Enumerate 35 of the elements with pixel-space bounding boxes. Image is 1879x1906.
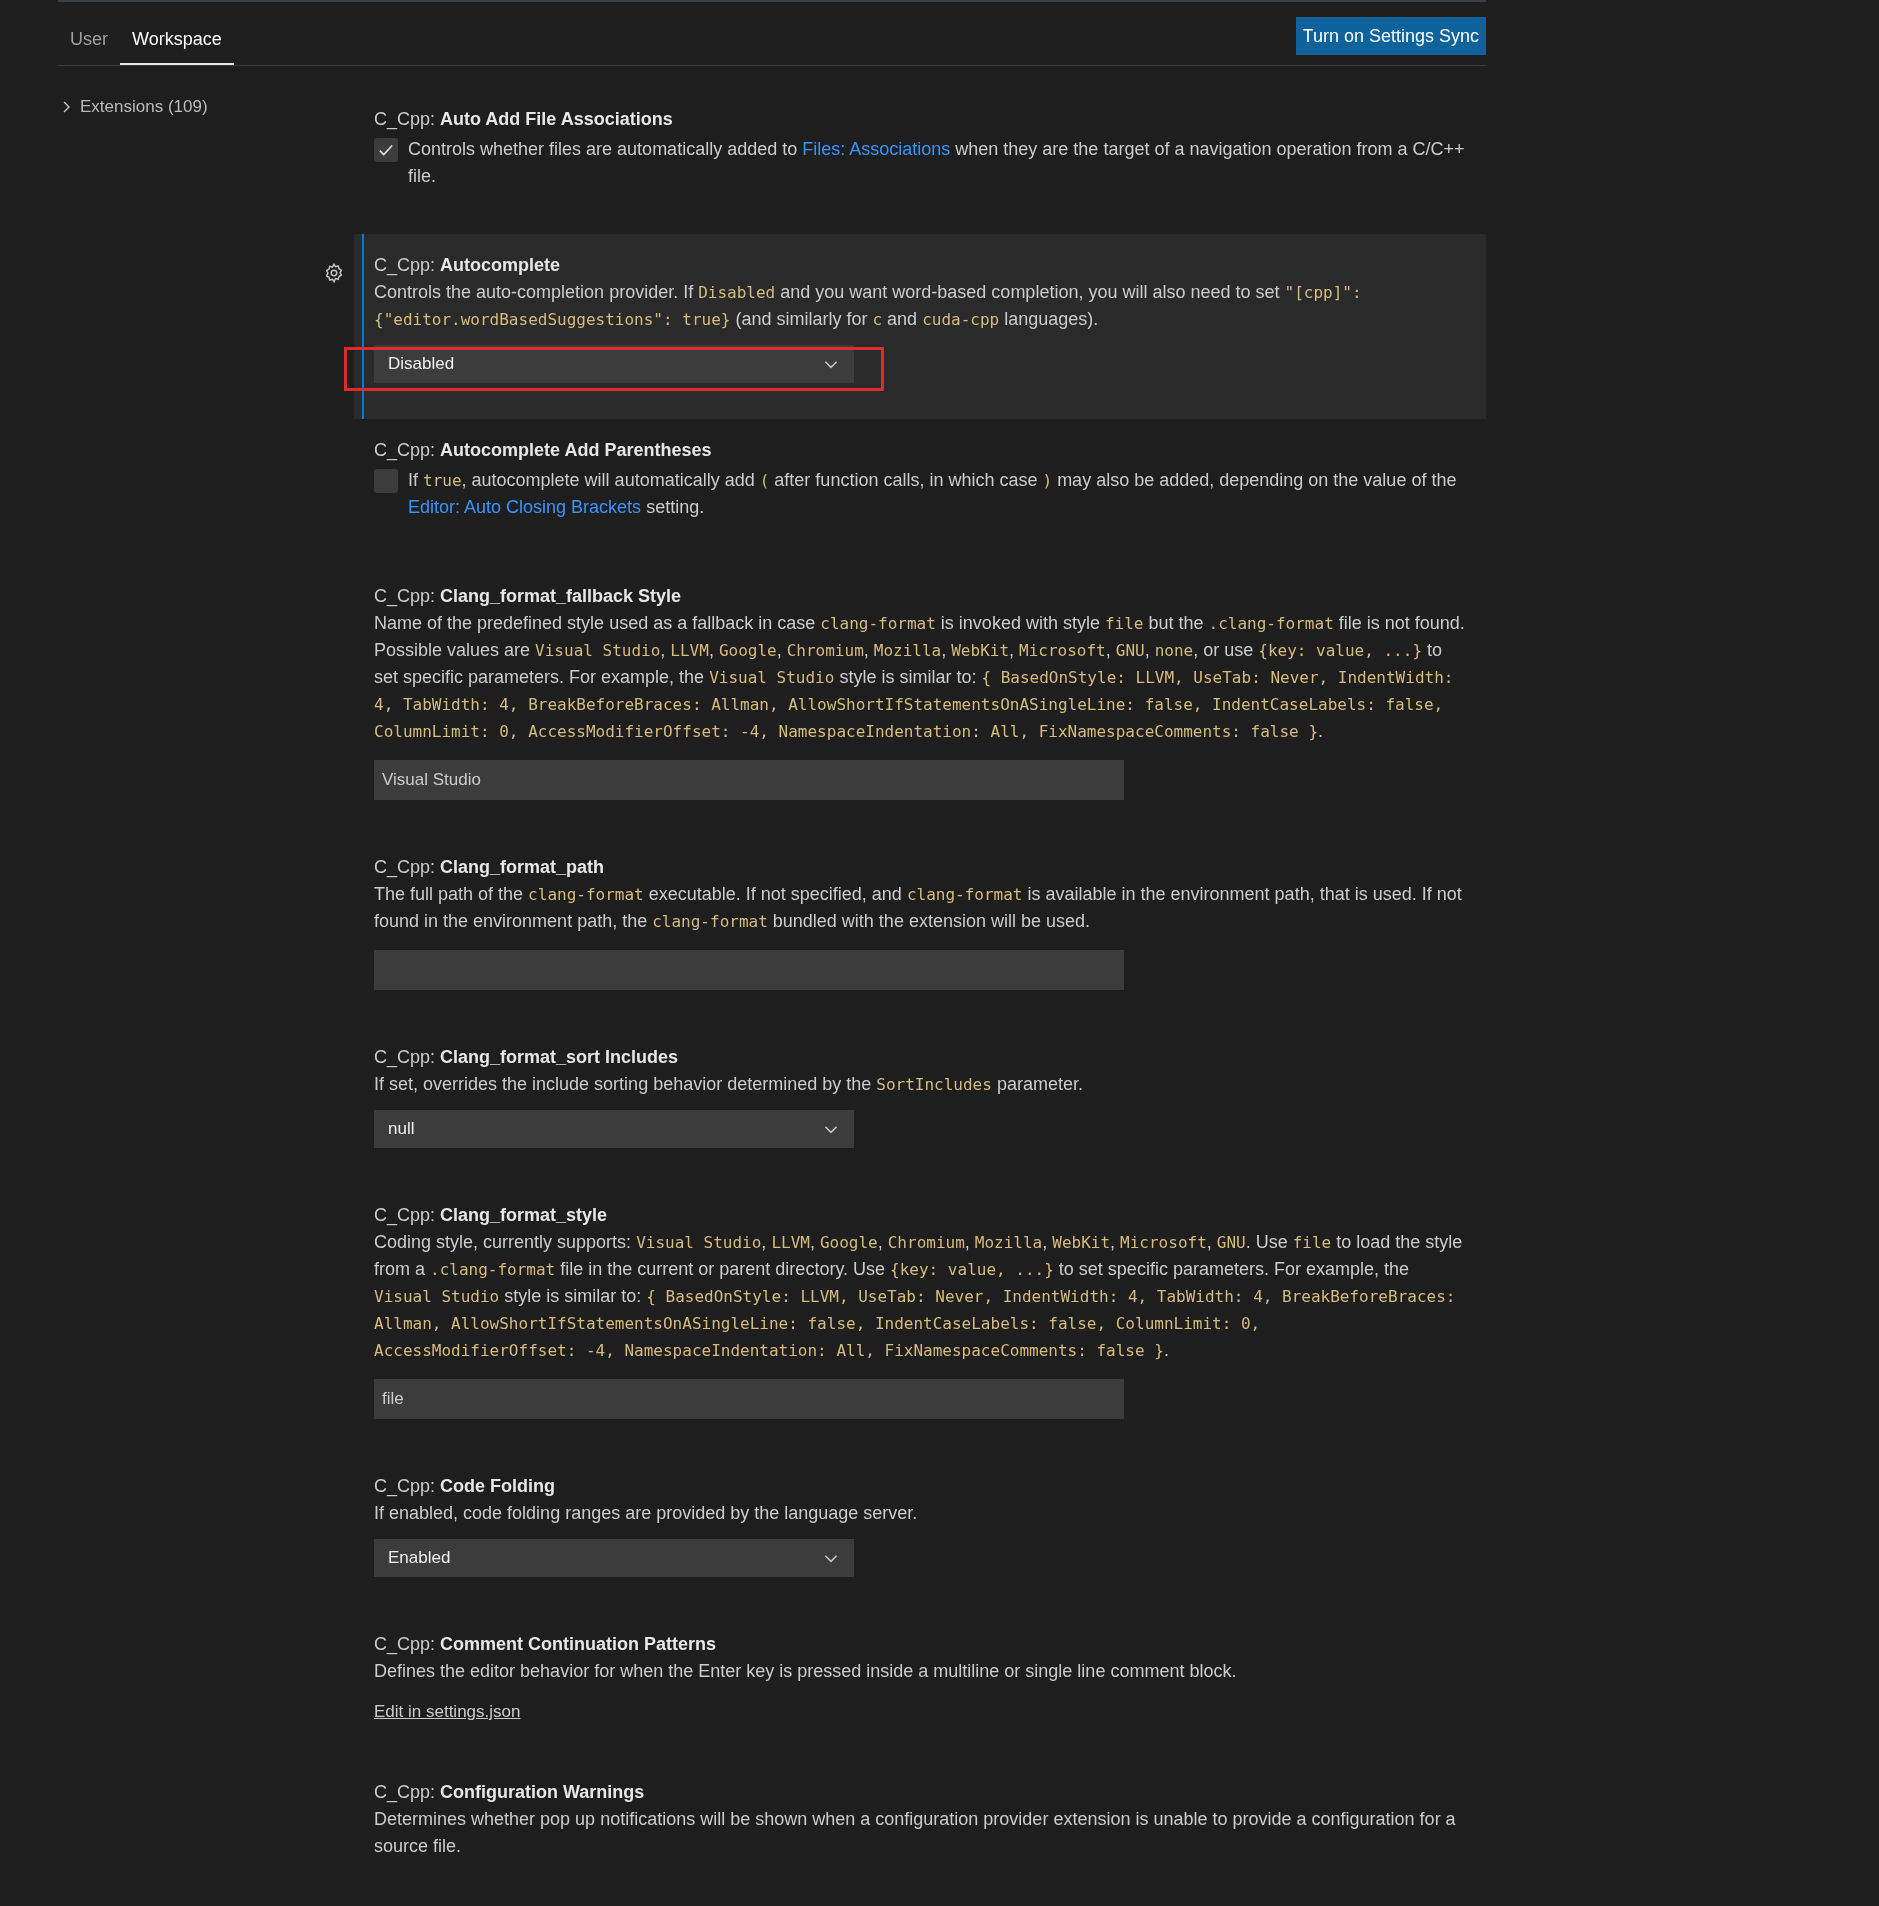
checkbox[interactable] xyxy=(374,469,398,493)
setting-title: C_Cpp: Clang_format_fallback Style xyxy=(374,585,683,609)
dropdown[interactable]: Enabled xyxy=(374,1539,854,1577)
setting-title: C_Cpp: Configuration Warnings xyxy=(374,1780,646,1805)
setting-title: C_Cpp: Clang_format_path xyxy=(374,856,606,880)
setting-description: Name of the predefined style used as a fallback in case clang-format is invoked with style file but the .clang-format file is not found. Possible values are Visual Studio, LLVM, Google, Chromium, Mozilla, WebKit, Microsoft, GNU, none, or use {key: value, ...} to set specific parameters. For example, the Visual Studio style is similar to: { BasedOnStyle: LLVM, UseTab: Never, IndentWidth: 4, TabWidth: 4, BreakBeforeBraces: Allman, AllowShortIfStatementsOnASingleLine: false, IndentCaseLabels: false, ColumnLimit: 0, AccessModifierOffset: -4, NamespaceIndentation: All, FixNamespaceComments: false }. xyxy=(374,612,1466,743)
text-field[interactable]: Visual Studio xyxy=(374,760,1124,800)
setting-title: C_Cpp: Clang_format_style xyxy=(374,1204,609,1228)
setting-description: The full path of the clang-format executable. If not specified, and clang-format is available in the environment path, that is used. If not found in the environment path, the clang-format bundled with the extension will be used. xyxy=(374,883,1463,933)
setting-title: C_Cpp: Auto Add File Associations xyxy=(374,108,674,132)
setting-description: If true, autocomplete will automatically add ( after function calls, in which case ) may also be added, depending on the value of the Editor: Auto Closing Brackets setting. xyxy=(408,469,1458,519)
settings-sync-button[interactable]: Turn on Settings Sync xyxy=(1295,17,1486,55)
setting-title: C_Cpp: Code Folding xyxy=(374,1475,557,1499)
setting-description: Defines the editor behavior for when the Enter key is pressed inside a multiline or single line comment block. xyxy=(374,1660,1238,1683)
dropdown[interactable]: null xyxy=(374,1110,854,1148)
text-field[interactable]: file xyxy=(374,1379,1124,1419)
tab[interactable]: User xyxy=(58,26,120,65)
setting-link[interactable]: Editor: Auto Closing Brackets xyxy=(408,497,642,517)
setting-description: Determines whether pop up notifications will be shown when a configuration provider extension is unable to provide a configuration for a source file. xyxy=(374,1807,1457,1858)
setting-description: If set, overrides the include sorting behavior determined by the SortIncludes parameter. xyxy=(374,1073,1084,1096)
tree-item[interactable]: Extensions (109) xyxy=(58,94,314,120)
setting-title: C_Cpp: Comment Continuation Patterns xyxy=(374,1633,718,1657)
text-field[interactable] xyxy=(374,950,1124,990)
setting-title: C_Cpp: Clang_format_sort Includes xyxy=(374,1046,680,1070)
tab[interactable]: Workspace xyxy=(120,26,234,65)
edit-link[interactable]: Edit in settings.json xyxy=(374,1699,521,1725)
checkbox[interactable] xyxy=(374,138,398,162)
setting-title: C_Cpp: Autocomplete xyxy=(374,254,562,278)
setting-description: If enabled, code folding ranges are provided by the language server. xyxy=(374,1502,919,1525)
gear-icon[interactable] xyxy=(323,262,345,284)
setting-description: Coding style, currently supports: Visual Studio, LLVM, Google, Chromium, Mozilla, WebKit, Microsoft, GNU. Use file to load the style from a .clang-format file in the current or parent directory. Use {key: value, ...} to set specific parameters. For example, the Visual Studio style is similar to: { BasedOnStyle: LLVM, UseTab: Never, IndentWidth: 4, TabWidth: 4, BreakBeforeBraces: Allman, AllowShortIfStatementsOnASingleLine: false, IndentCaseLabels: false, ColumnLimit: 0, AccessModifierOffset: -4, NamespaceIndentation: All, FixNamespaceComments: false }. xyxy=(374,1231,1464,1362)
setting-link[interactable]: Files: Associations xyxy=(802,139,951,159)
setting-description: Controls the auto-completion provider. If Disabled and you want word-based completion, you will also need to set "[cpp]": {"editor.wordBasedSuggestions": true} (and similarly for c and cuda-cpp languages). xyxy=(374,281,1363,331)
setting-description: Controls whether files are automatically added to Files: Associations when they are the target of a navigation operation from a C/C++ file. xyxy=(408,138,1466,188)
setting-title: C_Cpp: Autocomplete Add Parentheses xyxy=(374,439,713,463)
